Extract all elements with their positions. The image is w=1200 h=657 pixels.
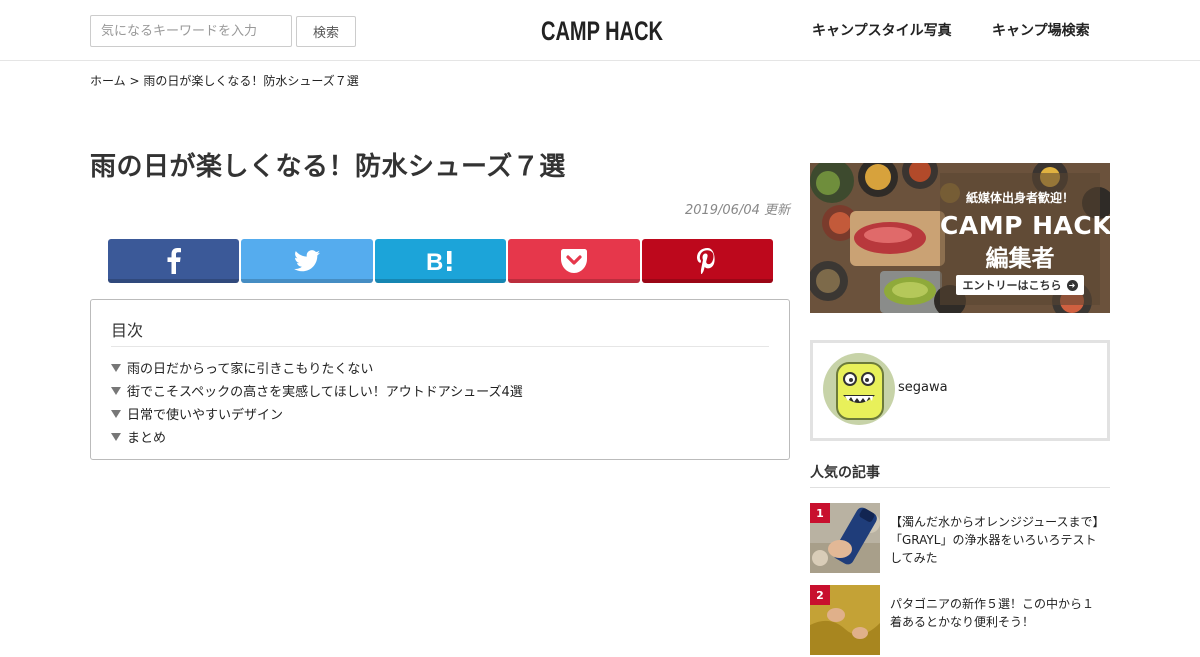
avatar-monster-image [823,353,895,425]
banner-welcome: 紙媒体出身者歓迎！ [965,191,1074,205]
triangle-down-icon [111,364,121,372]
toc-item[interactable]: 街でこそスペックの高さを実感してほしい！アウトドアシューズ4選 [111,379,523,402]
share-hatena-button[interactable]: B [374,239,507,283]
banner-brand: CAMP HACK [940,211,1110,240]
breadcrumb: ホーム > 雨の日が楽しくなる！防水シューズ７選 [90,72,359,89]
triangle-down-icon [111,433,121,441]
author-card[interactable]: segawa [810,340,1110,441]
table-of-contents: 目次 雨の日だからって家に引きこもりたくない 街でこそスペックの高さを実感してほ… [90,299,790,460]
avatar [823,353,895,425]
nav-campsite-search[interactable]: キャンプ場検索 [992,20,1090,40]
popular-divider [810,487,1110,488]
arrow-right-circle-icon: ➜ [1066,279,1078,291]
svg-text:B: B [426,249,443,274]
share-bar: B [108,239,774,283]
nav-camp-style-photos[interactable]: キャンプスタイル写真 [812,20,952,40]
site-logo[interactable]: CAMP HACK [540,14,664,46]
popular-article-title[interactable]: パタゴニアの新作５選！この中から１着あるとかなり便利そう！ [890,595,1102,631]
share-pocket-button[interactable] [508,239,641,283]
toc-item-label: まとめ [127,431,167,446]
pocket-icon [560,249,587,273]
triangle-down-icon [111,387,121,395]
triangle-down-icon [111,410,121,418]
hatena-bookmark-icon: B [426,249,452,274]
updated-date: 2019/06/04 更新 [684,203,790,218]
pinterest-icon [697,248,715,274]
rank-badge: 1 [810,503,830,523]
share-twitter-button[interactable] [241,239,374,283]
popular-article-item[interactable]: 1 【濁んだ水からオレンジジュースまで】「GRAYL」の浄水器をいろいろテストし… [810,503,1110,575]
toc-item-label: 街でこそスペックの高さを実感してほしい！アウトドアシューズ4選 [127,385,523,400]
banner-entry-button[interactable]: エントリーはこちら ➜ [956,275,1084,295]
author-name[interactable]: segawa [898,380,948,395]
breadcrumb-separator: > [129,74,140,88]
site-header: 検索 CAMP HACK キャンプスタイル写真 キャンプ場検索 [0,0,1200,61]
page-title: 雨の日が楽しくなる！防水シューズ７選 [90,152,566,182]
toc-item-label: 日常で使いやすいデザイン [127,408,284,423]
banner-role: 編集者 [985,246,1055,272]
share-facebook-button[interactable] [108,239,240,283]
twitter-bird-icon [294,250,321,272]
rank-badge: 2 [810,585,830,605]
logo-text: CAMP HACK [541,16,663,46]
popular-articles-title: 人気の記事 [810,465,880,481]
search-button[interactable]: 検索 [296,16,356,47]
toc-title: 目次 [111,321,144,340]
toc-item-label: 雨の日だからって家に引きこもりたくない [127,362,374,377]
editor-recruit-banner[interactable]: 紙媒体出身者歓迎！ CAMP HACK 編集者 エントリーはこちら ➜ [810,163,1110,313]
banner-cta-label: エントリーはこちら [962,279,1062,292]
toc-item[interactable]: 日常で使いやすいデザイン [111,402,523,425]
popular-article-title[interactable]: 【濁んだ水からオレンジジュースまで】「GRAYL」の浄水器をいろいろテストしてみ… [890,513,1102,567]
toc-divider [111,346,769,347]
search-input[interactable] [90,15,292,47]
popular-article-item[interactable]: 2 パタゴニアの新作５選！この中から１着あるとかなり便利そう！ [810,585,1110,657]
breadcrumb-current: 雨の日が楽しくなる！防水シューズ７選 [143,74,359,88]
facebook-icon [167,248,181,274]
share-pinterest-button[interactable] [641,239,774,283]
breadcrumb-home[interactable]: ホーム [90,74,126,88]
toc-list: 雨の日だからって家に引きこもりたくない 街でこそスペックの高さを実感してほしい！… [111,356,523,448]
toc-item[interactable]: 雨の日だからって家に引きこもりたくない [111,356,523,379]
toc-item[interactable]: まとめ [111,425,523,448]
